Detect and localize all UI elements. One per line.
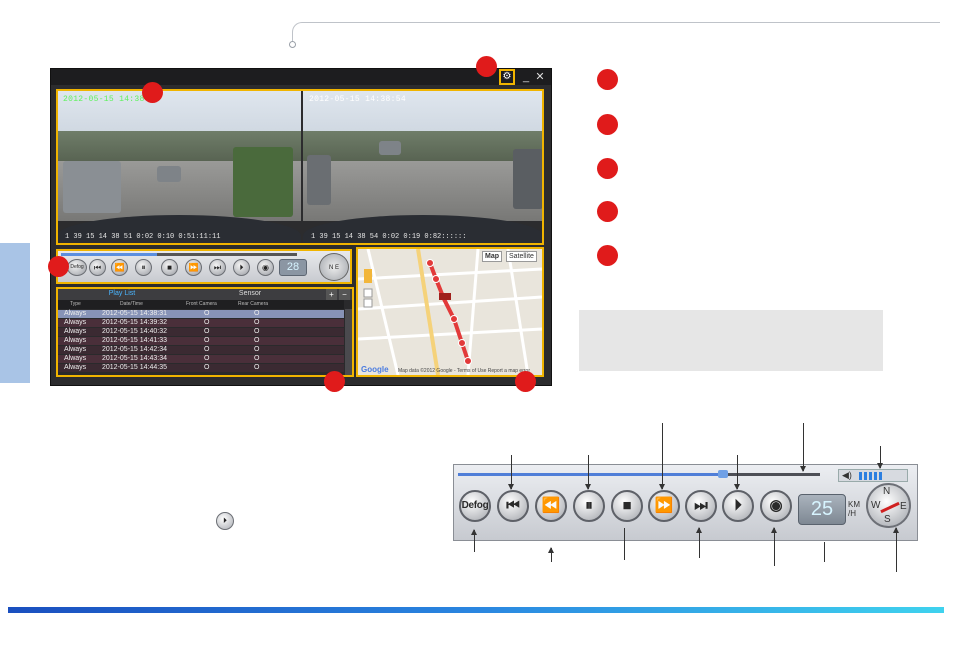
compass-icon: N W E S — [866, 483, 911, 528]
arrow-progress — [800, 423, 806, 472]
stop-icon[interactable]: ■ — [611, 490, 643, 522]
settings-gear-icon[interactable]: ⚙ — [499, 69, 515, 85]
compass-west: W — [871, 500, 881, 511]
legend-dot-5 — [597, 245, 618, 266]
arrow-skip-end — [734, 455, 740, 490]
arrow-defog — [471, 529, 477, 552]
speaker-icon: ◀) — [842, 470, 852, 480]
pause-icon[interactable]: ⏸ — [573, 490, 605, 522]
legend-dot-1 — [597, 69, 618, 90]
header-rule — [304, 22, 940, 23]
volume-control[interactable]: ◀) — [838, 469, 908, 482]
legend-dot-3 — [597, 158, 618, 179]
callout-dot-settings — [476, 56, 497, 77]
video-highlight-outline — [56, 89, 544, 245]
map-highlight-outline — [356, 247, 544, 377]
rewind-icon[interactable]: ⏪ — [535, 490, 567, 522]
next-frame-inline-icon: ⏵ — [216, 512, 234, 530]
viewer-window: ⚙ _ ✕ 2012-05-15 14:38:52 1 39 15 14 38 … — [50, 68, 552, 386]
callout-dot-map — [515, 371, 536, 392]
speed-display: 25 — [798, 494, 846, 525]
compass-east: E — [900, 501, 907, 512]
fast-forward-icon[interactable]: ⏩ — [648, 490, 680, 522]
callout-dot-controls — [48, 256, 69, 277]
callout-dot-playlist — [324, 371, 345, 392]
defog-button[interactable]: Defog — [459, 490, 491, 522]
arrow-speed — [824, 542, 825, 562]
arrow-pause — [585, 455, 591, 490]
arrow-capture — [771, 527, 777, 566]
compass-north: N — [883, 486, 891, 497]
skip-to-end-icon[interactable]: ⏭ — [685, 490, 717, 522]
controls-highlight-outline — [56, 249, 352, 284]
minimize-button[interactable]: _ — [519, 70, 533, 84]
next-frame-icon[interactable]: ⏵ — [722, 490, 754, 522]
arrow-end — [696, 527, 702, 558]
close-button[interactable]: ✕ — [533, 70, 547, 84]
arrow-volume — [877, 446, 883, 469]
side-tab — [0, 243, 30, 383]
legend-dot-4 — [597, 201, 618, 222]
arrow-stop — [624, 528, 625, 560]
speed-unit: KM /H — [848, 500, 860, 518]
legend-dot-2 — [597, 114, 618, 135]
title-bar — [51, 69, 551, 85]
footer-gradient-bar — [8, 607, 944, 613]
compass-needle — [880, 501, 900, 514]
progress-fill — [458, 473, 722, 476]
arrow-fast-forward — [659, 423, 665, 490]
callout-dot-video — [142, 82, 163, 103]
arrow-compass — [893, 527, 899, 572]
capture-camera-icon[interactable]: ◉ — [760, 490, 792, 522]
note-box — [579, 310, 883, 371]
progress-knob[interactable] — [718, 470, 728, 478]
playlist-highlight-outline — [56, 287, 354, 377]
skip-to-start-icon[interactable]: ⏮ — [497, 490, 529, 522]
arrow-skip-start — [508, 455, 514, 490]
arrow-rewind — [548, 547, 554, 562]
header-rule-dot — [289, 41, 296, 48]
compass-south: S — [884, 514, 891, 525]
